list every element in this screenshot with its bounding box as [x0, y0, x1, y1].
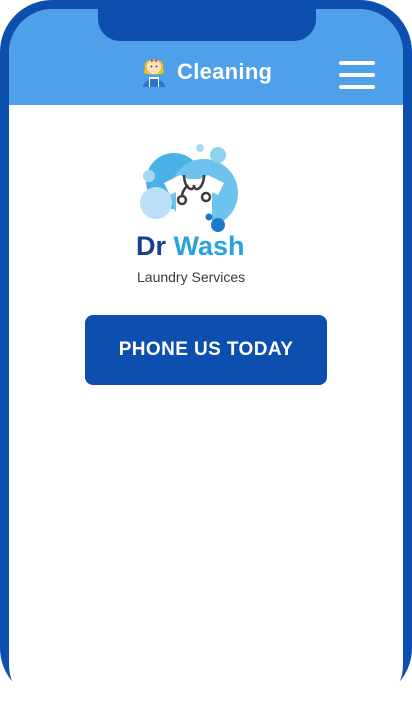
brand-name-part2: Wash [173, 231, 245, 261]
hamburger-menu-icon[interactable] [339, 61, 375, 89]
brand-logo: Dr Wash Laundry Services [136, 137, 276, 287]
page-title: Cleaning [177, 59, 273, 84]
menu-bar [339, 85, 375, 89]
header-title-group: Cleaning [139, 55, 272, 89]
app-header: Cleaning [9, 9, 403, 105]
phone-frame: Cleaning Dr Wash Laundry Services PHONE … [0, 0, 412, 709]
brand-name: Dr Wash [136, 231, 276, 262]
laundry-shirt-bubbles-icon [136, 137, 260, 238]
phone-screen: Cleaning Dr Wash Laundry Services PHONE … [9, 9, 403, 709]
brand-subtitle: Laundry Services [137, 269, 246, 285]
menu-bar [339, 73, 375, 77]
menu-bar [339, 61, 375, 65]
brand-name-part1: Dr [136, 231, 167, 261]
phone-us-button[interactable]: PHONE US TODAY [85, 315, 327, 385]
phone-notch [98, 9, 316, 41]
cleaner-avatar-icon [139, 53, 169, 92]
